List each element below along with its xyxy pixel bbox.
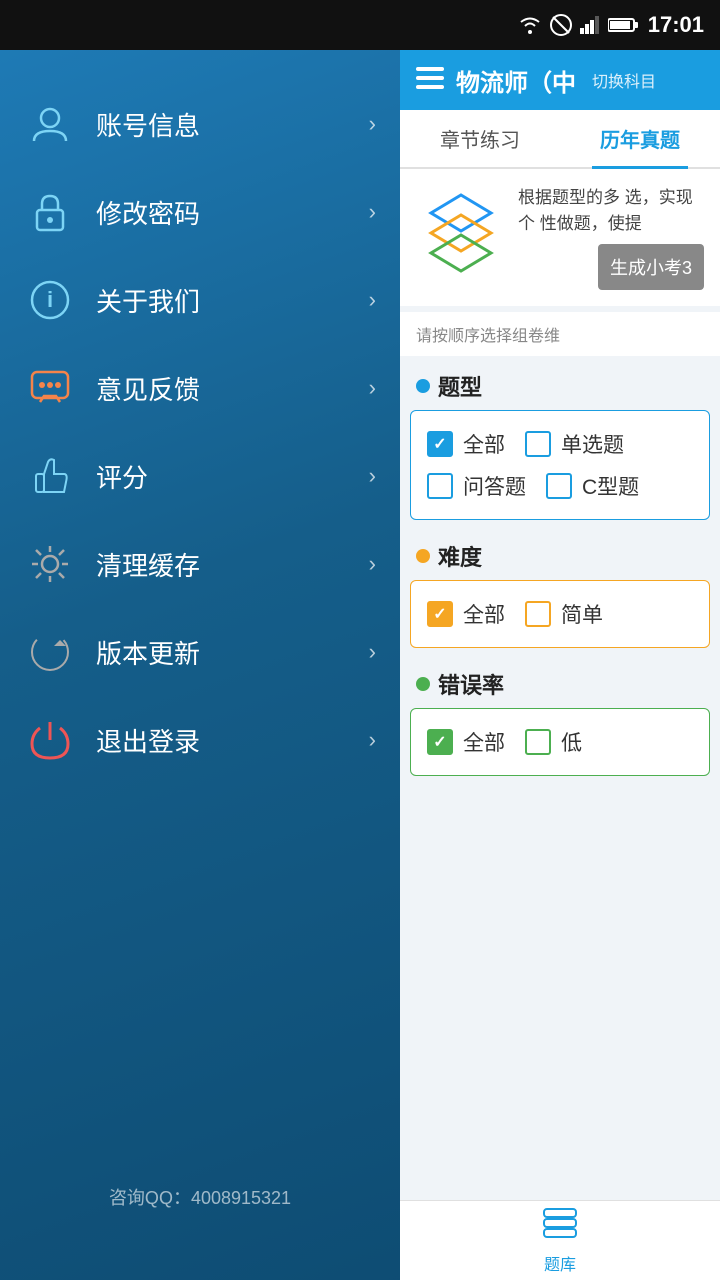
section-dot-green (416, 677, 430, 691)
section-difficulty: 难度 (400, 530, 720, 580)
section-title-error-rate: 错误率 (438, 668, 504, 700)
arrow-icon: › (369, 111, 376, 137)
checkbox-all-error[interactable]: ✓ (427, 729, 453, 755)
sidebar-item-label: 修改密码 (96, 194, 369, 231)
checkbox-label: 全部 (463, 727, 505, 757)
arrow-icon: › (369, 551, 376, 577)
arrow-icon: › (369, 727, 376, 753)
checkbox-easy[interactable] (525, 601, 551, 627)
sidebar-item-label: 评分 (96, 458, 369, 495)
sidebar-item-label: 账号信息 (96, 106, 369, 143)
sidebar-item-label: 关于我们 (96, 282, 369, 319)
arrow-icon: › (369, 639, 376, 665)
status-icons (518, 14, 638, 36)
tab-chapter-practice[interactable]: 章节练习 (400, 110, 560, 167)
person-icon (24, 98, 76, 150)
signal-icon (580, 16, 600, 34)
contact-info: 咨询QQ：4008915321 (0, 1174, 400, 1220)
sidebar-item-account[interactable]: 账号信息 › (0, 80, 400, 168)
checkbox-qa[interactable] (427, 473, 453, 499)
sidebar-item-logout[interactable]: 退出登录 › (0, 696, 400, 784)
checkbox-low-error[interactable] (525, 729, 551, 755)
checkbox-row: ✓ 全部 简单 (427, 593, 693, 635)
checkbox-group-difficulty: ✓ 全部 简单 (410, 580, 710, 648)
arrow-icon: › (369, 375, 376, 401)
sidebar-item-update[interactable]: 版本更新 › (0, 608, 400, 696)
bottom-toolbar: 题库 (400, 1200, 720, 1280)
checkbox-group-question-type: ✓ 全部 单选题 问答题 C型题 (410, 410, 710, 520)
checkbox-row: ✓ 全部 低 (427, 721, 693, 763)
sidebar-item-cache[interactable]: 清理缓存 › (0, 520, 400, 608)
section-question-type: 题型 (400, 360, 720, 410)
section-title-question-type: 题型 (438, 370, 482, 402)
panel-content: 根据题型的多 选，实现个 性做题，使提 生成小考3 请按顺序选择组卷维 题型 ✓… (400, 169, 720, 1200)
checkbox-label: 单选题 (561, 429, 624, 459)
sidebar: 账号信息 › 修改密码 › i 关于我们 › (0, 50, 400, 1280)
tab-past-exams[interactable]: 历年真题 (560, 110, 720, 167)
checkbox-all-difficulty[interactable]: ✓ (427, 601, 453, 627)
panel-header: 物流师（中 切换科目 (400, 50, 720, 110)
checkbox-label: 全部 (463, 429, 505, 459)
checkbox-all-question[interactable]: ✓ (427, 431, 453, 457)
sidebar-item-password[interactable]: 修改密码 › (0, 168, 400, 256)
arrow-icon: › (369, 463, 376, 489)
chat-icon (24, 362, 76, 414)
gear-icon (24, 538, 76, 590)
checkbox-c-type[interactable] (546, 473, 572, 499)
checkbox-label: 问答题 (463, 471, 526, 501)
sidebar-item-label: 退出登录 (96, 722, 369, 759)
checkbox-group-error-rate: ✓ 全部 低 (410, 708, 710, 776)
battery-icon (608, 17, 638, 33)
checkbox-label: C型题 (582, 471, 639, 501)
sidebar-item-label: 意见反馈 (96, 370, 369, 407)
panel-tabs: 章节练习 历年真题 (400, 110, 720, 169)
toolbar-label: 题库 (544, 1251, 576, 1275)
status-bar: 17:01 (0, 0, 720, 50)
panel-title: 物流师（中 (456, 63, 576, 98)
generate-button[interactable]: 生成小考3 (598, 244, 704, 290)
right-panel: 物流师（中 切换科目 章节练习 历年真题 根据题型的多 选，实现个 性做题，使提… (400, 50, 720, 1280)
sidebar-item-label: 版本更新 (96, 634, 369, 671)
sidebar-item-label: 清理缓存 (96, 546, 369, 583)
arrow-icon: › (369, 199, 376, 225)
sidebar-item-about[interactable]: i 关于我们 › (0, 256, 400, 344)
status-time: 17:01 (648, 12, 704, 38)
checkbox-label: 全部 (463, 599, 505, 629)
layers-icon (416, 185, 506, 275)
panel-subtitle[interactable]: 切换科目 (592, 68, 656, 92)
toolbar-item-database[interactable]: 题库 (522, 1207, 598, 1275)
refresh-icon (24, 626, 76, 678)
checkbox-label: 低 (561, 727, 582, 757)
banner-area: 根据题型的多 选，实现个 性做题，使提 生成小考3 (400, 169, 720, 306)
section-dot-blue (416, 379, 430, 393)
banner-description: 根据题型的多 选，实现个 性做题，使提 (518, 185, 704, 236)
section-error-rate: 错误率 (400, 658, 720, 708)
menu-icon[interactable] (416, 65, 444, 96)
checkbox-single-choice[interactable] (525, 431, 551, 457)
section-title-difficulty: 难度 (438, 540, 482, 572)
lock-icon (24, 186, 76, 238)
sidebar-item-rating[interactable]: 评分 › (0, 432, 400, 520)
block-icon (550, 14, 572, 36)
power-icon (24, 714, 76, 766)
info-icon: i (24, 274, 76, 326)
sidebar-item-feedback[interactable]: 意见反馈 › (0, 344, 400, 432)
svg-text:i: i (47, 287, 53, 312)
checkbox-row: 问答题 C型题 (427, 465, 693, 507)
checkbox-label: 简单 (561, 599, 603, 629)
arrow-icon: › (369, 287, 376, 313)
database-icon (542, 1207, 578, 1247)
checkbox-row: ✓ 全部 单选题 (427, 423, 693, 465)
section-dot-orange (416, 549, 430, 563)
thumb-icon (24, 450, 76, 502)
hint-text: 请按顺序选择组卷维 (400, 312, 720, 356)
wifi-icon (518, 16, 542, 34)
